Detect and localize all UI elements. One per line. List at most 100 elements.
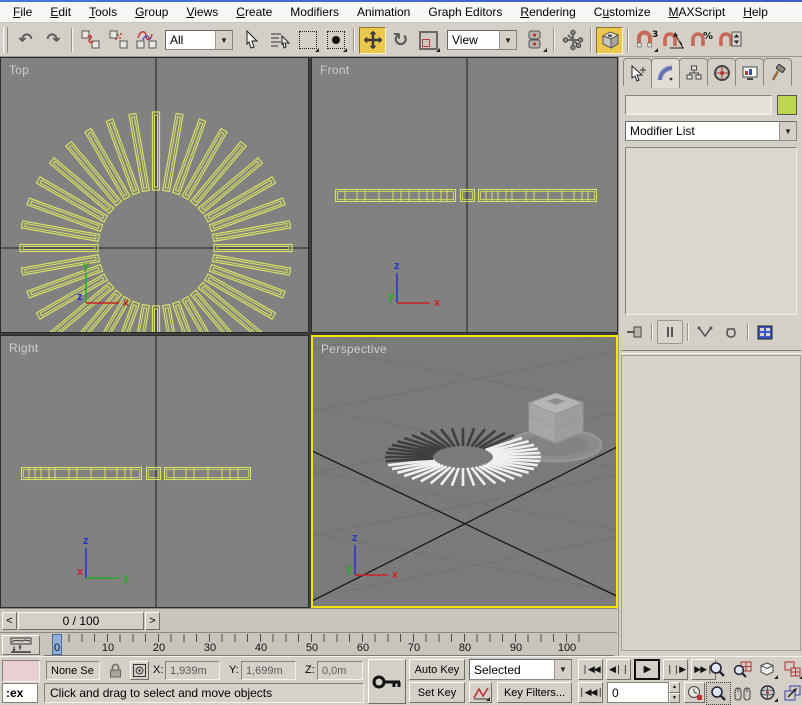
maxscript-listener-line[interactable]: :ex [2,683,38,703]
set-key-button[interactable]: Set Key [409,682,465,703]
menu-views[interactable]: Views [177,3,227,21]
key-filters-button[interactable]: Key Filters... [497,682,572,703]
reference-coordinate-dropdown[interactable]: View ▼ [447,30,517,50]
object-name-field[interactable] [625,95,772,115]
viewport-perspective-label[interactable]: Perspective [321,342,387,356]
selection-filter-dropdown[interactable]: All ▼ [165,30,233,50]
select-and-manipulate-button[interactable] [559,27,586,54]
time-config-icon [687,685,702,700]
dropdown-arrow-icon[interactable]: ▼ [779,122,796,140]
select-and-move-button[interactable] [359,27,386,54]
dropdown-arrow-icon[interactable]: ▼ [554,660,571,679]
set-keys-button[interactable] [368,659,406,704]
modifier-stack-list[interactable] [625,147,797,315]
bind-to-space-warp-button[interactable] [133,27,160,54]
next-frame-button[interactable]: ❘❘▶ [663,659,688,680]
menu-customize[interactable]: Customize [585,3,660,21]
zoom-button[interactable] [706,659,729,680]
maximize-viewport-toggle[interactable] [781,682,802,703]
viewport-front-label[interactable]: Front [320,63,350,77]
selection-lock-toggle[interactable] [106,661,124,680]
go-to-start-button[interactable]: ❘◀◀ [578,659,603,680]
open-mini-curve-editor-button[interactable] [2,635,40,655]
rectangular-selection-region-button[interactable] [294,27,321,54]
make-unique-button[interactable] [693,321,717,343]
percent-snap-toggle-button[interactable]: % [689,27,716,54]
spinner-up-icon[interactable]: ▲ [669,682,680,693]
keyboard-shortcut-override-toggle[interactable] [596,27,623,54]
zoom-extents-all-button[interactable] [781,659,802,680]
next-frame-arrow-button[interactable]: > [145,612,160,630]
spinner-snap-toggle-button[interactable] [717,27,744,54]
select-and-link-button[interactable] [77,27,104,54]
object-color-swatch[interactable] [777,95,797,115]
menu-modifiers[interactable]: Modifiers [281,3,348,21]
viewport-perspective[interactable]: zxy Perspective [311,335,618,608]
select-object-button[interactable] [238,27,265,54]
auto-key-button[interactable]: Auto Key [409,659,465,680]
frame-spinner[interactable]: ▲ ▼ [669,682,680,703]
tab-utilities[interactable] [763,58,792,86]
key-mode-dropdown[interactable]: Selected ▼ [469,659,572,680]
configure-modifier-sets-button[interactable] [753,321,777,343]
toolbar-grip[interactable] [3,27,8,53]
time-configuration-button[interactable] [684,682,705,703]
arc-rotate-button[interactable] [756,682,779,703]
menu-graph-editors[interactable]: Graph Editors [419,3,511,21]
menu-group[interactable]: Group [126,3,177,21]
menu-maxscript[interactable]: MAXScript [660,3,735,21]
viewport-top[interactable]: yxz Top [0,57,309,333]
y-coordinate-field[interactable]: 1,699m [241,661,296,680]
spinner-down-icon[interactable]: ▼ [669,693,680,704]
absolute-offset-mode-toggle[interactable] [130,661,149,680]
previous-frame-arrow-button[interactable]: < [2,612,17,630]
viewport-right-label[interactable]: Right [9,341,39,355]
redo-button[interactable]: ↷ [40,27,67,54]
zoom-all-button[interactable] [731,659,754,680]
menu-edit[interactable]: Edit [41,3,80,21]
tab-motion[interactable] [707,58,736,86]
default-in-out-tangents-button[interactable] [469,682,492,703]
track-bar-ruler[interactable]: 0102030405060708090100 [44,633,614,656]
zoom-extents-button[interactable] [756,659,779,680]
show-end-result-button[interactable] [657,320,683,344]
percent-snap-icon: % [690,29,715,51]
undo-button[interactable]: ↶ [12,27,39,54]
viewport-right[interactable]: zyx Right [0,335,309,608]
tab-modify[interactable] [651,58,680,88]
menu-rendering[interactable]: Rendering [511,3,584,21]
pan-button[interactable] [731,682,754,703]
menu-tools[interactable]: Tools [80,3,126,21]
key-mode-toggle-button[interactable]: ❘◀◀❘ [578,682,603,703]
window-crossing-toggle-button[interactable] [322,27,349,54]
time-slider-thumb[interactable]: 0 / 100 [18,612,144,630]
use-pivot-point-center-button[interactable] [522,27,549,54]
viewport-front[interactable]: zxy Front [311,57,618,333]
viewport-top-label[interactable]: Top [9,63,29,77]
menu-create[interactable]: Create [227,3,281,21]
dropdown-arrow-icon[interactable]: ▼ [499,31,516,49]
dropdown-arrow-icon[interactable]: ▼ [215,31,232,49]
current-frame-field[interactable]: 0 [607,682,669,703]
menu-file[interactable]: File [4,3,41,21]
select-by-name-button[interactable] [266,27,293,54]
play-button[interactable]: ▶ [634,659,660,680]
remove-modifier-button[interactable] [719,321,743,343]
x-coordinate-field[interactable]: 1,939m [165,661,220,680]
snaps-toggle-button[interactable]: 3 [633,27,660,54]
angle-snap-toggle-button[interactable] [661,27,688,54]
select-and-scale-button[interactable] [415,27,442,54]
pin-stack-button[interactable] [623,321,647,343]
menu-animation[interactable]: Animation [348,3,419,21]
tab-create[interactable] [623,58,652,86]
z-coordinate-field[interactable]: 0,0m [317,661,363,680]
tab-hierarchy[interactable] [679,58,708,86]
maxscript-macro-recorder-line[interactable] [2,660,40,682]
previous-frame-button[interactable]: ◀❘❘ [606,659,631,680]
tab-display[interactable] [735,58,764,86]
region-zoom-button[interactable] [706,682,731,705]
select-and-rotate-button[interactable]: ↻ [387,27,414,54]
unlink-selection-button[interactable] [105,27,132,54]
modifier-list-dropdown[interactable]: Modifier List ▼ [625,121,797,141]
menu-help[interactable]: Help [734,3,777,21]
